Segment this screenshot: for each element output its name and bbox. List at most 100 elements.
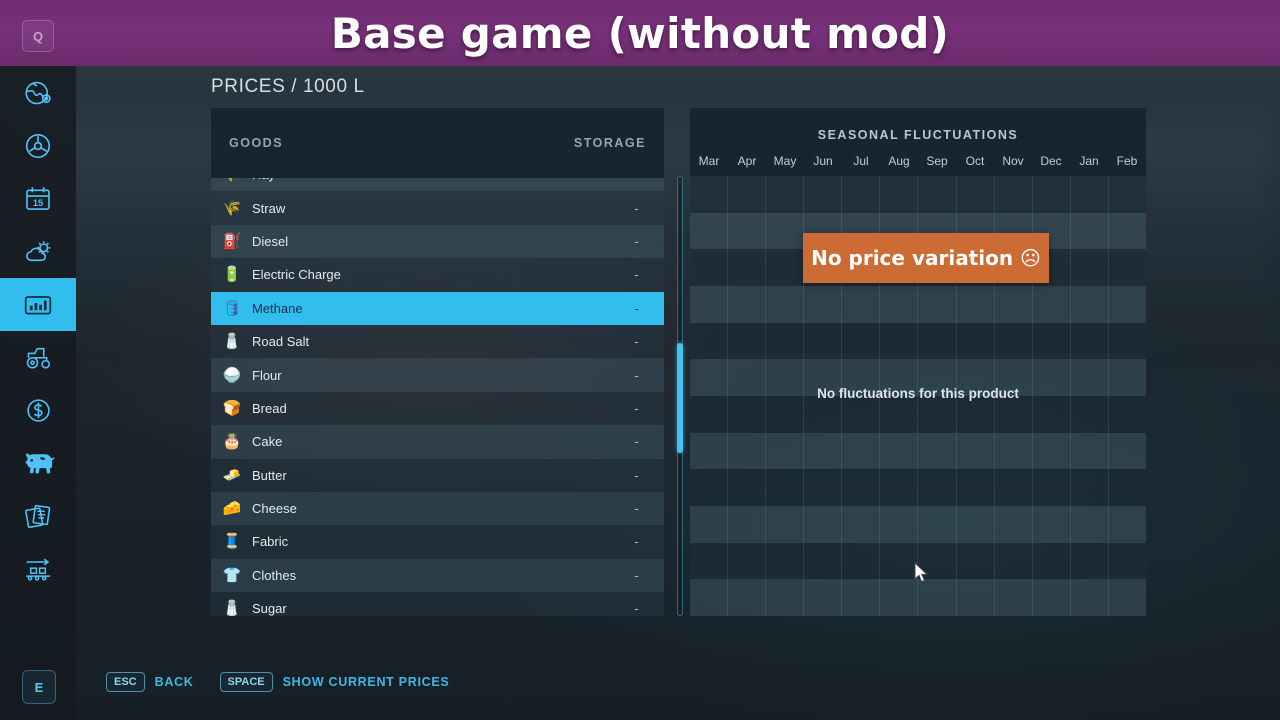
calendar-icon: 15 — [23, 184, 53, 214]
cow-icon — [22, 447, 55, 480]
goods-row-storage: - — [609, 178, 664, 182]
month-label-mar: Mar — [698, 154, 720, 168]
goods-row-road-salt[interactable]: 🧂 Road Salt - — [211, 324, 664, 359]
goods-row-label: Electric Charge — [252, 267, 341, 283]
cake-icon: 🎂 — [222, 433, 242, 451]
goods-row-fabric[interactable]: 🧵 Fabric - — [211, 525, 664, 559]
month-axis: Mar Apr May Jun Jul Aug Sep Oct Nov Dec Jan Feb — [690, 154, 1146, 168]
sidebar-item-contracts[interactable] — [0, 490, 76, 543]
sidebar-item-prices[interactable] — [0, 278, 76, 331]
hint-back[interactable]: ESC BACK — [106, 672, 194, 692]
goods-row-label: Road Salt — [252, 334, 310, 350]
finances-icon — [24, 396, 53, 425]
sidebar-item-production[interactable] — [0, 543, 76, 596]
hint-label: SHOW CURRENT PRICES — [282, 675, 450, 689]
month-label-jun: Jun — [813, 154, 833, 168]
overlay-banner: Q Base game (without mod) — [0, 0, 1280, 66]
goods-row-storage: - — [634, 300, 639, 316]
month-label-jul: Jul — [853, 154, 869, 168]
mouse-cursor — [914, 561, 932, 591]
battery-icon: 🔋 — [222, 266, 242, 284]
goods-row-storage: - — [634, 334, 639, 350]
e-key-badge: E — [22, 670, 56, 704]
contracts-icon — [23, 501, 54, 532]
sidebar-item-finances[interactable] — [0, 384, 76, 437]
goods-row-straw[interactable]: 🌾 Straw - — [211, 191, 664, 225]
methane-icon: 🛢 — [222, 299, 242, 317]
goods-row-storage: - — [634, 467, 639, 483]
month-label-nov: Nov — [1002, 154, 1024, 168]
goods-row-storage: - — [634, 233, 639, 249]
straw-icon: 🌾 — [222, 199, 242, 217]
hay-icon: 🌾 — [221, 178, 243, 186]
goods-row-storage: - — [634, 367, 639, 383]
svg-text:15: 15 — [33, 197, 43, 207]
goods-row-methane[interactable]: 🛢 Methane - — [211, 291, 664, 325]
sidebar-item-vehicles[interactable] — [0, 119, 76, 172]
goods-list[interactable]: 🌾Hay-🌾Straw-⛽Diesel-🔋Electric Charge-🛢Me… — [211, 178, 664, 616]
sidebar-item-machines[interactable] — [0, 331, 76, 384]
month-label-apr: Apr — [737, 154, 757, 168]
goods-row-label: Clothes — [252, 567, 297, 583]
hint-label: BACK — [154, 675, 194, 689]
goods-row-label: Bread — [252, 400, 287, 416]
goods-row-diesel[interactable]: ⛽ Diesel - — [211, 224, 664, 259]
goods-row-label: Fabric — [252, 534, 289, 550]
goods-row-hay[interactable]: 🌾 Hay- — [211, 178, 664, 192]
goods-row-label: Flour — [252, 367, 282, 383]
goods-row-label: Cake — [252, 434, 283, 450]
goods-row-storage: - — [634, 534, 639, 550]
sidebar-item-animals[interactable] — [0, 437, 76, 490]
month-label-dec: Dec — [1040, 154, 1062, 168]
goods-row-storage: - — [634, 601, 639, 616]
goods-row-storage: - — [634, 501, 639, 517]
steering-wheel-icon — [23, 131, 53, 161]
goods-row-storage: - — [634, 434, 639, 450]
prices-icon — [22, 289, 54, 321]
month-label-oct: Oct — [965, 154, 985, 168]
map-icon — [23, 78, 53, 108]
fabric-icon: 🧵 — [222, 533, 242, 551]
goods-row-cake[interactable]: 🎂 Cake - — [211, 425, 664, 459]
fluctuations-title: SEASONAL FLUCTUATIONS — [817, 128, 1019, 142]
goods-row-storage: - — [634, 567, 639, 583]
sidebar-rail: 15 E — [0, 66, 76, 720]
month-label-sep: Sep — [926, 154, 948, 168]
salt-icon: 🧂 — [222, 333, 242, 351]
hint-show-current-prices[interactable]: SPACE SHOW CURRENT PRICES — [219, 672, 450, 692]
bread-icon: 🍞 — [222, 399, 242, 417]
goods-row-storage: - — [634, 267, 639, 283]
sugar-icon: 🧂 — [222, 600, 242, 616]
goods-row-bread[interactable]: 🍞 Bread - — [211, 391, 664, 426]
flour-icon: 🍚 — [222, 366, 242, 384]
goods-row-label: Methane — [252, 300, 303, 316]
goods-row-label: Butter — [252, 467, 287, 483]
goods-row-electric-charge[interactable]: 🔋 Electric Charge - — [211, 258, 664, 292]
tractor-icon — [23, 342, 54, 373]
goods-row-cheese[interactable]: 🧀 Cheese - — [211, 491, 664, 526]
no-fluctuations-message: No fluctuations for this product — [817, 386, 1019, 401]
column-header-goods: GOODS — [229, 136, 284, 150]
goods-row-clothes[interactable]: 👕 Clothes - — [211, 558, 664, 593]
scrollbar-thumb[interactable] — [677, 343, 683, 454]
goods-scrollbar[interactable] — [675, 176, 685, 616]
sidebar-item-weather[interactable] — [0, 225, 76, 278]
goods-row-butter[interactable]: 🧈 Butter - — [211, 458, 664, 492]
goods-row-label: Diesel — [252, 233, 289, 249]
key-hint-bar: ESC BACK SPACE SHOW CURRENT PRICES — [106, 672, 475, 692]
goods-row-flour[interactable]: 🍚 Flour - — [211, 358, 664, 392]
sidebar-item-calendar[interactable]: 15 — [0, 172, 76, 225]
goods-row-sugar[interactable]: 🧂 Sugar - — [211, 592, 664, 616]
diesel-icon: ⛽ — [222, 232, 242, 250]
cheese-icon: 🧀 — [222, 500, 242, 518]
goods-row-label: Hay — [252, 178, 609, 182]
goods-panel: GOODS STORAGE 🌾Hay-🌾Straw-⛽Diesel-🔋Elect… — [211, 108, 664, 616]
goods-row-storage: - — [634, 400, 639, 416]
sidebar-item-map[interactable] — [0, 66, 76, 119]
column-header-storage: STORAGE — [573, 136, 646, 150]
goods-row-label: Sugar — [252, 601, 287, 616]
goods-row-label: Straw — [252, 200, 286, 216]
goods-row-storage: - — [634, 200, 639, 216]
page-title: PRICES / 1000 L — [211, 76, 365, 97]
keycap-space: SPACE — [219, 672, 273, 692]
